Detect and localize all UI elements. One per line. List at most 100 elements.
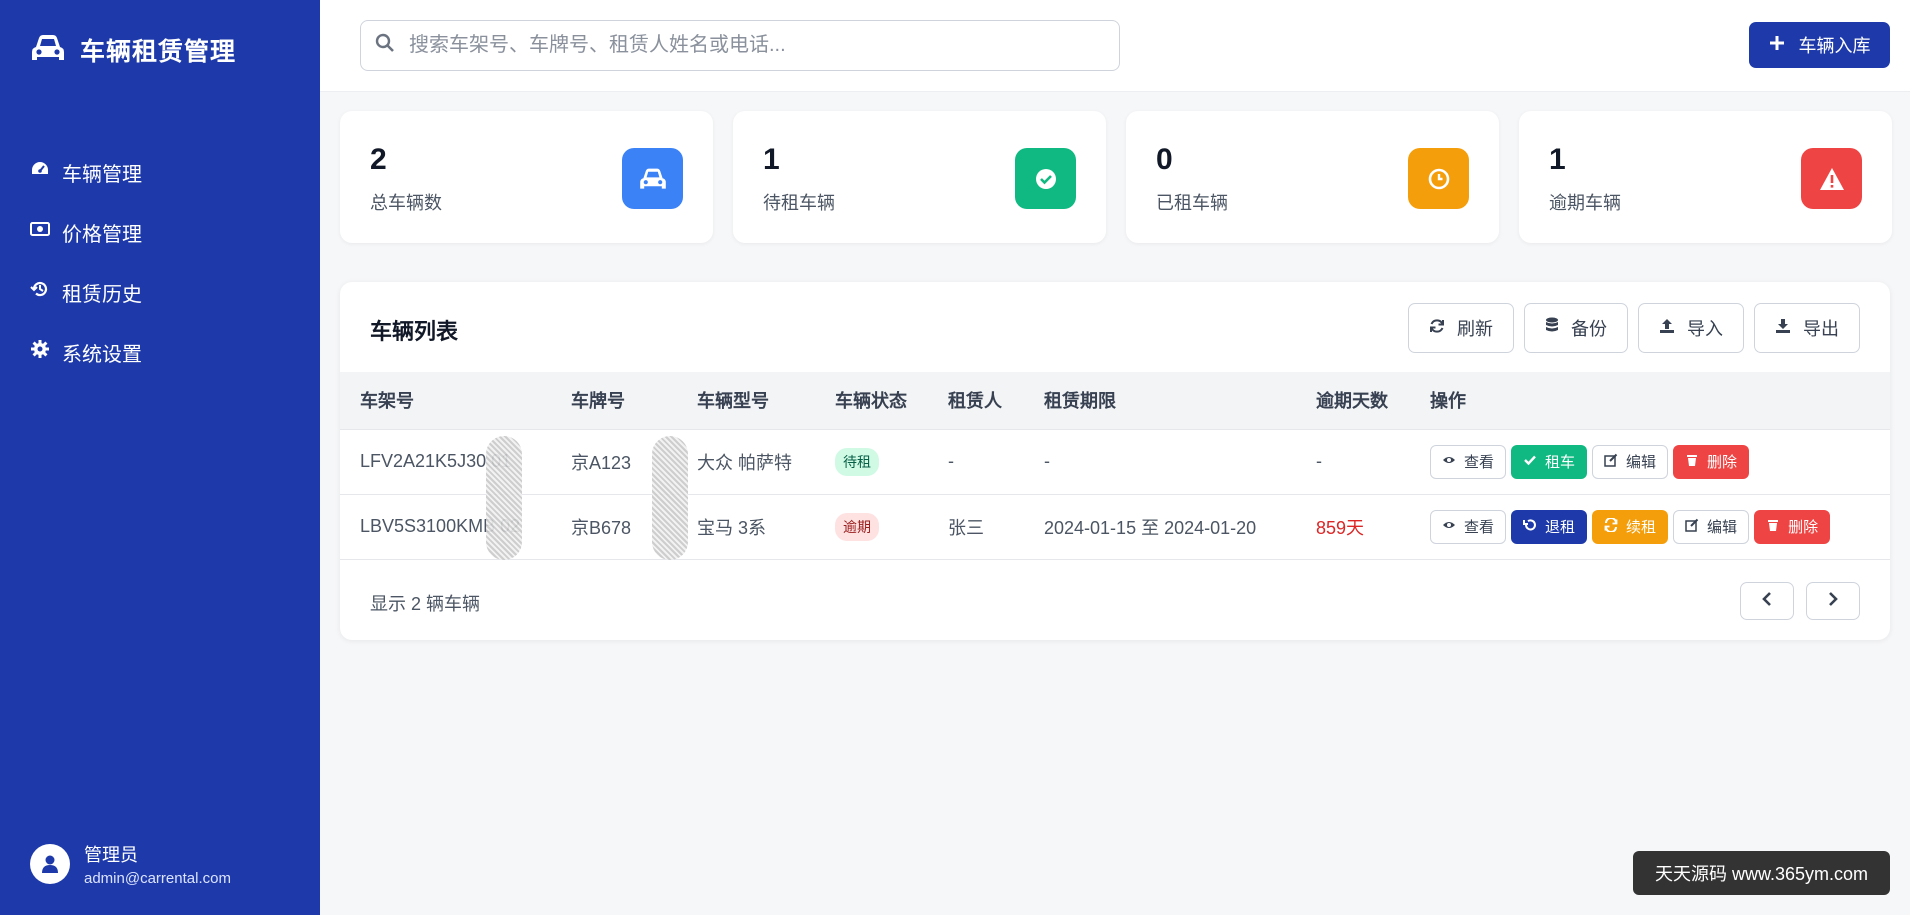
stat-label: 逾期车辆 xyxy=(1549,193,1621,213)
redaction-mark xyxy=(652,436,688,560)
next-page-button[interactable] xyxy=(1806,582,1860,620)
cell-vin: LFV2A21K5J30 01 xyxy=(360,451,512,471)
renew-button[interactable]: 续租 xyxy=(1592,509,1669,544)
export-label: 导出 xyxy=(1803,319,1839,339)
view-button[interactable]: 查看 xyxy=(1430,509,1507,544)
chevron-right-icon xyxy=(1827,591,1839,612)
delete-label: 删除 xyxy=(1707,454,1738,471)
database-icon xyxy=(1545,317,1559,340)
status-badge: 逾期 xyxy=(835,512,879,541)
trash-icon xyxy=(1685,453,1699,471)
trash-icon xyxy=(1766,518,1780,536)
cell-actions: 查看 租车 编辑 删除 xyxy=(1430,429,1890,494)
status-badge: 待租 xyxy=(835,447,879,476)
export-button[interactable]: 导出 xyxy=(1754,303,1860,353)
table-row: LFV2A21K5J30 01 京A123 大众 帕萨特 待租 - - - 查看 xyxy=(340,429,1890,494)
sidebar-nav: 车辆管理 价格管理 租赁历史 系统设置 xyxy=(30,142,142,382)
view-label: 查看 xyxy=(1464,519,1495,536)
refresh-label: 刷新 xyxy=(1457,319,1493,339)
return-button[interactable]: 退租 xyxy=(1511,509,1588,544)
edit-icon xyxy=(1604,453,1618,471)
stat-card-available: 1 待租车辆 xyxy=(733,111,1106,243)
upload-icon xyxy=(1659,318,1675,339)
column-header-model: 车辆型号 xyxy=(697,391,769,412)
view-button[interactable]: 查看 xyxy=(1430,444,1507,479)
edit-label: 编辑 xyxy=(1707,519,1738,536)
add-vehicle-button[interactable]: 车辆入库 xyxy=(1749,22,1890,68)
stat-value: 2 xyxy=(370,143,387,176)
user-icon xyxy=(42,855,58,873)
sidebar-item-history[interactable]: 租赁历史 xyxy=(30,262,142,322)
delete-button[interactable]: 删除 xyxy=(1673,444,1750,479)
edit-button[interactable]: 编辑 xyxy=(1673,509,1750,544)
sidebar-item-label: 租赁历史 xyxy=(62,283,142,306)
check-circle-icon xyxy=(1015,148,1076,209)
history-icon xyxy=(30,279,50,305)
rent-label: 租车 xyxy=(1545,454,1576,471)
search-box xyxy=(360,20,1120,71)
column-header-period: 租赁期限 xyxy=(1044,391,1116,412)
column-header-overdue: 逾期天数 xyxy=(1316,391,1388,412)
edit-button[interactable]: 编辑 xyxy=(1592,444,1669,479)
column-header-vin: 车架号 xyxy=(360,391,414,412)
avatar xyxy=(30,844,70,884)
stat-label: 总车辆数 xyxy=(370,193,442,213)
rent-button[interactable]: 租车 xyxy=(1511,444,1588,479)
user-email: admin@carrental.com xyxy=(84,870,231,887)
view-label: 查看 xyxy=(1464,454,1495,471)
car-icon xyxy=(622,148,683,209)
delete-label: 删除 xyxy=(1788,519,1819,536)
edit-label: 编辑 xyxy=(1626,454,1657,471)
pagination xyxy=(1740,582,1860,620)
eye-icon xyxy=(1442,453,1456,471)
column-header-actions: 操作 xyxy=(1430,391,1466,412)
backup-button[interactable]: 备份 xyxy=(1524,303,1628,353)
user-profile[interactable]: 管理员 admin@carrental.com xyxy=(30,841,231,887)
cell-period: 2024-01-15 至 2024-01-20 xyxy=(1044,517,1257,538)
eye-icon xyxy=(1442,518,1456,536)
stat-card-overdue: 1 逾期车辆 xyxy=(1519,111,1892,243)
table-header-row: 车架号 车牌号 车辆型号 车辆状态 租赁人 租赁期限 逾期天数 操作 xyxy=(340,372,1890,429)
sidebar-item-label: 车辆管理 xyxy=(62,163,142,186)
backup-label: 备份 xyxy=(1571,319,1607,339)
edit-icon xyxy=(1685,518,1699,536)
check-icon xyxy=(1523,453,1537,471)
refresh-icon xyxy=(1604,516,1618,536)
clock-icon xyxy=(1408,148,1469,209)
user-name: 管理员 xyxy=(84,845,138,865)
sidebar-item-label: 系统设置 xyxy=(62,343,142,366)
add-vehicle-label: 车辆入库 xyxy=(1798,36,1871,56)
stat-card-rented: 0 已租车辆 xyxy=(1126,111,1499,243)
cell-status: 逾期 xyxy=(835,494,948,559)
stat-value: 1 xyxy=(1549,143,1566,176)
stat-card-total: 2 总车辆数 xyxy=(340,111,713,243)
cell-model: 宝马 3系 xyxy=(697,517,767,538)
return-label: 退租 xyxy=(1545,519,1576,536)
sidebar-item-prices[interactable]: 价格管理 xyxy=(30,202,142,262)
app-title: 车辆租赁管理 xyxy=(80,38,237,66)
cell-model: 大众 帕萨特 xyxy=(697,452,793,473)
sidebar-item-settings[interactable]: 系统设置 xyxy=(30,322,142,382)
delete-button[interactable]: 删除 xyxy=(1754,509,1831,544)
brand: 车辆租赁管理 xyxy=(30,32,236,68)
table-row: LBV5S3100KMB 02 京B678 宝马 3系 逾期 张三 2024-0… xyxy=(340,494,1890,559)
stats-row: 2 总车辆数 1 待租车辆 0 已租车辆 1 逾期车辆 xyxy=(340,111,1892,243)
column-header-renter: 租赁人 xyxy=(948,391,1002,412)
cell-overdue: 859天 xyxy=(1316,517,1365,538)
car-icon xyxy=(30,33,66,68)
import-button[interactable]: 导入 xyxy=(1638,303,1744,353)
list-count: 显示 2 辆车辆 xyxy=(370,594,481,614)
undo-icon xyxy=(1523,518,1537,536)
refresh-button[interactable]: 刷新 xyxy=(1408,303,1514,353)
list-toolbar: 刷新 备份 导入 导出 xyxy=(1408,303,1860,353)
sidebar-item-vehicles[interactable]: 车辆管理 xyxy=(30,142,142,202)
prev-page-button[interactable] xyxy=(1740,582,1794,620)
column-header-plate: 车牌号 xyxy=(571,391,625,412)
cell-renter: 张三 xyxy=(948,517,984,538)
search-input[interactable] xyxy=(409,34,1089,57)
topbar: 车辆入库 xyxy=(320,0,1910,92)
stat-label: 已租车辆 xyxy=(1156,193,1228,213)
watermark: 天天源码 www.365ym.com xyxy=(1633,851,1890,895)
sidebar: 车辆租赁管理 车辆管理 价格管理 租赁历史 系统设置 管理员 admin@car… xyxy=(0,0,320,915)
download-icon xyxy=(1775,318,1791,339)
